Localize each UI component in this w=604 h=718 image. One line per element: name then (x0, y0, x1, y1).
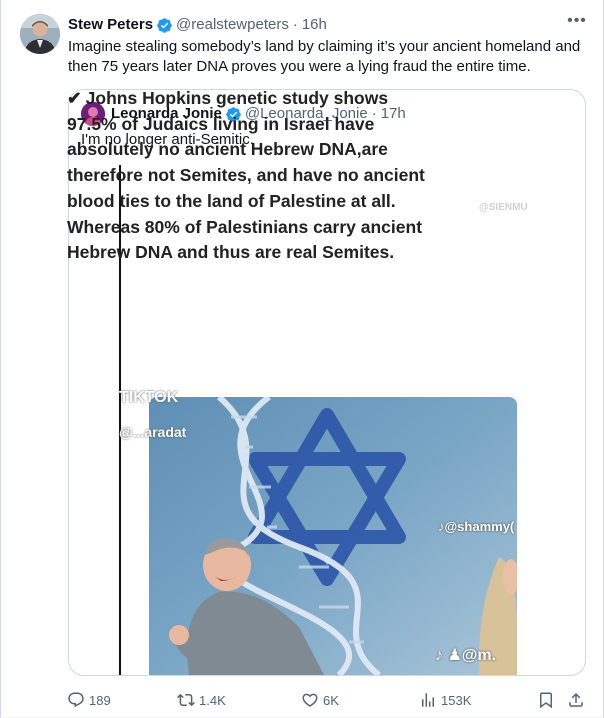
like-count: 6K (323, 692, 339, 708)
tweet-text: Imagine stealing somebody’s land by clai… (68, 38, 581, 75)
repost-icon (177, 693, 195, 707)
media-caption: ✔ Johns Hopkins genetic study shows 97.5%… (67, 86, 439, 266)
verified-badge-icon (157, 17, 172, 33)
author-name[interactable]: Stew Peters (68, 15, 153, 35)
repost-button[interactable]: 1.4K (177, 689, 226, 711)
repost-count: 1.4K (199, 692, 226, 708)
watermark: @SIENMU (479, 202, 528, 213)
watermark: ♪ ♟@m. (435, 647, 497, 664)
views-icon (422, 693, 434, 707)
tweet-header: Stew Peters @realstewpeters · 16h (68, 15, 327, 35)
reply-button[interactable]: 189 (67, 689, 111, 711)
watermark: ♪@shammy( (438, 519, 515, 534)
tweet-timestamp[interactable]: 16h (302, 15, 327, 35)
tweet[interactable]: Stew Peters @realstewpeters · 16h ••• Im… (0, 0, 604, 718)
author-avatar[interactable] (20, 14, 60, 54)
watermark: TIKTOK (119, 389, 179, 406)
media-photo[interactable] (149, 397, 517, 675)
like-icon (302, 693, 318, 707)
like-button[interactable]: 6K (301, 689, 339, 711)
views-count: 153K (441, 692, 472, 708)
reply-count: 189 (89, 692, 111, 708)
author-handle[interactable]: @realstewpeters (176, 15, 289, 35)
media-caption-text: Johns Hopkins genetic study shows 97.5% … (67, 88, 425, 263)
tweet-actions: 189 1.4K 6K 153K (63, 689, 593, 711)
check-icon: ✔ (67, 88, 82, 108)
separator-dot: · (292, 16, 298, 33)
bookmark-icon (540, 692, 552, 709)
share-button[interactable] (567, 689, 589, 711)
watermark: @...aradat (119, 424, 187, 440)
views-button[interactable]: 153K (419, 689, 471, 711)
bookmark-button[interactable] (537, 689, 559, 711)
reply-icon (68, 692, 84, 708)
share-icon (569, 692, 583, 707)
more-icon[interactable]: ••• (565, 13, 589, 35)
